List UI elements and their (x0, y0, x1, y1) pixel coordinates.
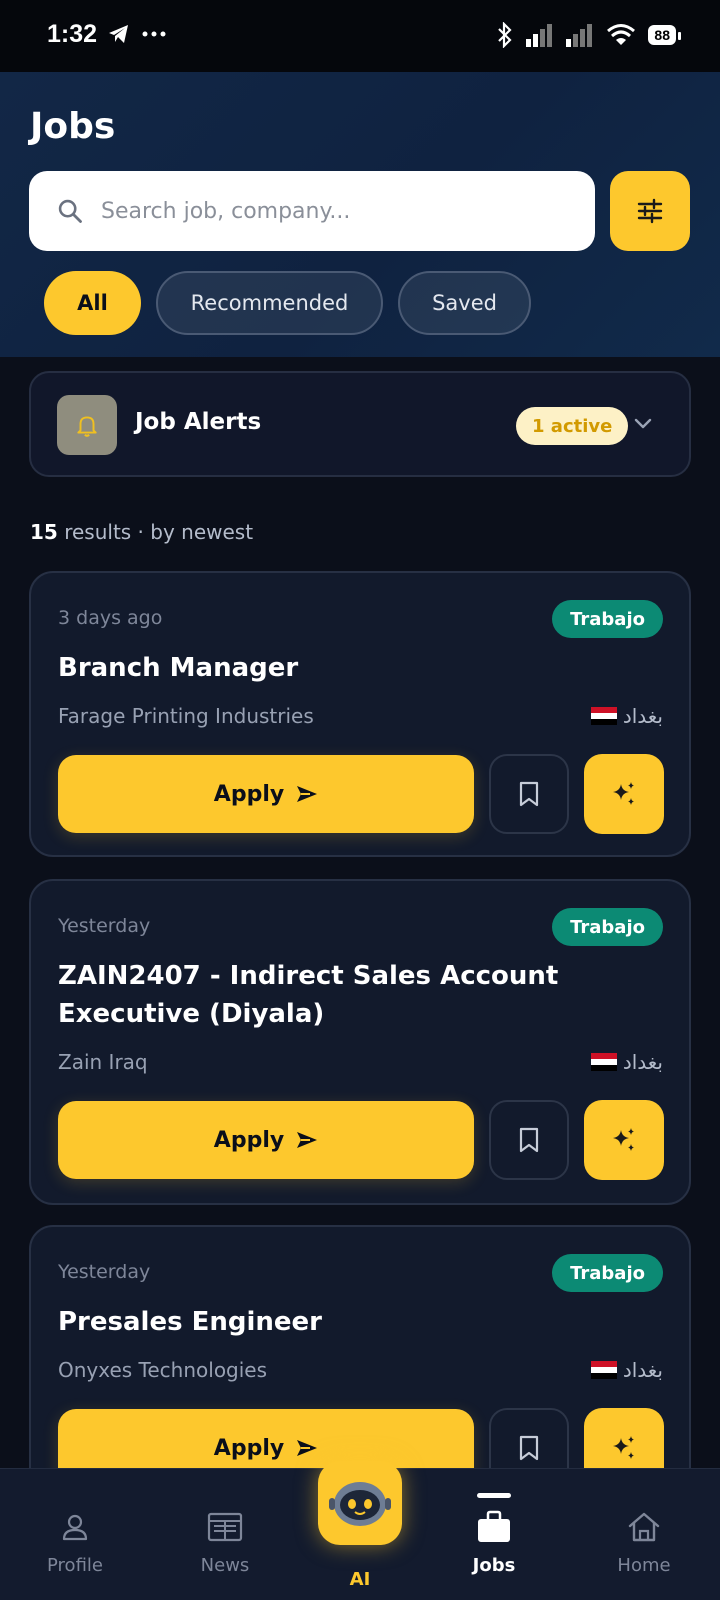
filter-chips: All Recommended Saved (44, 271, 531, 335)
chevron-down-icon[interactable] (631, 411, 655, 435)
more-dots-icon (142, 31, 166, 37)
apply-button[interactable]: Apply (58, 1101, 474, 1179)
job-type-tag: Trabajo (552, 600, 663, 638)
iraq-flag-icon (590, 1361, 617, 1379)
job-location-text: بغداد (622, 1358, 663, 1382)
status-time: 1:32 (47, 20, 98, 48)
search-input[interactable] (101, 198, 561, 224)
status-bar: 1:32 88 (0, 0, 720, 72)
job-location-text: بغداد (622, 704, 663, 728)
nav-label-ai: AI (349, 1569, 371, 1590)
sparkles-icon (613, 1128, 634, 1151)
apply-label: Apply (213, 1127, 285, 1153)
nav-news[interactable]: News (165, 1469, 285, 1600)
chip-recommended[interactable]: Recommended (156, 271, 383, 335)
nav-active-indicator (477, 1493, 511, 1498)
job-posted-time: 3 days ago (58, 607, 163, 629)
job-location: بغداد (590, 1358, 663, 1382)
chip-all[interactable]: All (44, 271, 141, 335)
search-icon (55, 196, 85, 226)
job-company: Zain Iraq (58, 1050, 148, 1074)
job-alerts-card[interactable]: Job Alerts 1 active (29, 371, 691, 477)
job-company: Onyxes Technologies (58, 1358, 268, 1382)
nav-label-home: Home (617, 1555, 671, 1576)
job-company: Farage Printing Industries (58, 704, 314, 728)
bell-icon (77, 416, 97, 437)
job-posted-time: Yesterday (58, 1261, 151, 1283)
nav-jobs[interactable]: Jobs (434, 1469, 554, 1600)
bluetooth-icon (498, 22, 512, 48)
battery-indicator: 88 (648, 25, 681, 45)
apply-label: Apply (213, 781, 285, 807)
bookmark-icon (519, 1435, 539, 1461)
send-icon (297, 786, 318, 802)
jobs-header: Jobs All Recommended Saved (0, 72, 720, 357)
send-icon (297, 1440, 318, 1456)
nav-label-profile: Profile (47, 1555, 103, 1576)
signal-icon-2 (566, 24, 593, 47)
sparkles-icon (613, 1436, 634, 1459)
job-type-tag: Trabajo (552, 1254, 663, 1292)
job-alerts-title: Job Alerts (135, 409, 262, 435)
ai-assist-button[interactable] (584, 1100, 664, 1180)
bell-icon-box (57, 395, 117, 455)
home-icon (627, 1507, 661, 1547)
wifi-icon (607, 24, 636, 45)
bookmark-icon (519, 1127, 539, 1153)
bottom-navigation: Profile News AI Jobs Home (0, 1461, 720, 1600)
bookmark-button[interactable] (489, 1100, 569, 1180)
nav-profile[interactable]: Profile (15, 1469, 135, 1600)
bookmark-button[interactable] (489, 754, 569, 834)
person-icon (59, 1507, 91, 1547)
results-count: 15 (30, 520, 58, 544)
bookmark-icon (519, 781, 539, 807)
page-title: Jobs (30, 106, 116, 147)
job-location-text: بغداد (622, 1050, 663, 1074)
signal-icon (526, 24, 553, 47)
ai-assist-button[interactable] (584, 754, 664, 834)
job-title[interactable]: Branch Manager (58, 649, 658, 687)
results-summary: 15 results · by newest (30, 520, 253, 544)
job-location: بغداد (590, 704, 663, 728)
job-card[interactable]: 3 days ago Trabajo Branch Manager Farage… (29, 571, 691, 857)
job-title[interactable]: Presales Engineer (58, 1303, 658, 1341)
briefcase-icon (476, 1507, 512, 1547)
chip-saved[interactable]: Saved (398, 271, 531, 335)
nav-label-news: News (200, 1555, 250, 1576)
job-card[interactable]: Yesterday Trabajo ZAIN2407 - Indirect Sa… (29, 879, 691, 1205)
iraq-flag-icon (590, 707, 617, 725)
apply-label: Apply (213, 1435, 285, 1461)
alerts-active-badge: 1 active (516, 407, 629, 445)
job-title[interactable]: ZAIN2407 - Indirect Sales Account Execut… (58, 957, 658, 1033)
status-right-icons: 88 (496, 22, 681, 48)
status-left-icons (106, 22, 166, 46)
job-type-tag: Trabajo (552, 908, 663, 946)
sliders-icon (637, 198, 663, 224)
robot-icon (329, 1482, 391, 1526)
job-location: بغداد (590, 1050, 663, 1074)
results-suffix: results · by newest (57, 520, 254, 544)
sparkles-icon (613, 782, 634, 805)
nav-label-jobs: Jobs (472, 1555, 516, 1576)
send-icon (297, 1132, 318, 1148)
job-posted-time: Yesterday (58, 915, 151, 937)
nav-ai[interactable] (318, 1461, 402, 1545)
apply-button[interactable]: Apply (58, 755, 474, 833)
filter-button[interactable] (610, 171, 690, 251)
nav-home[interactable]: Home (584, 1469, 704, 1600)
telegram-icon (109, 25, 128, 43)
newspaper-icon (207, 1507, 243, 1547)
iraq-flag-icon (590, 1053, 617, 1071)
search-bar[interactable] (29, 171, 595, 251)
